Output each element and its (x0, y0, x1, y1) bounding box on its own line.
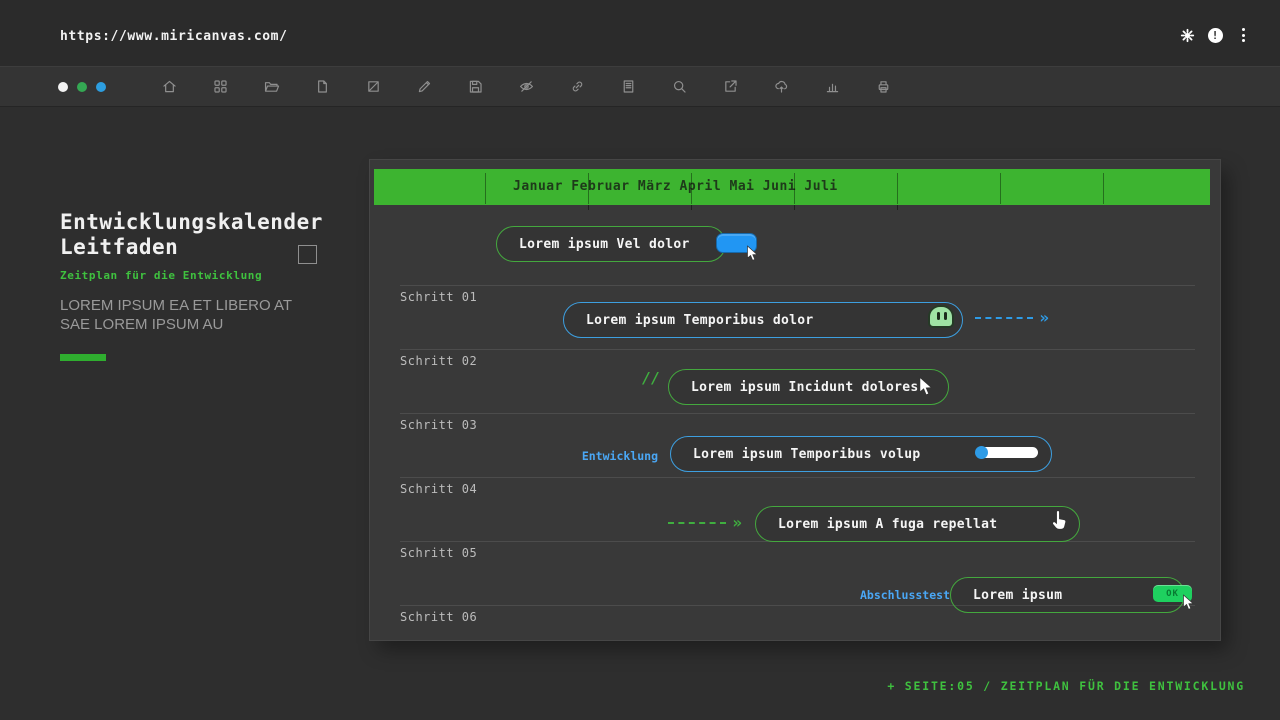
topbar-actions: ! (1178, 26, 1252, 44)
cursor-arrow-icon (747, 245, 758, 261)
step-label: Schritt 01 (400, 290, 478, 304)
page-title: Entwicklungskalender Leitfaden (60, 210, 323, 259)
browser-topbar: https://www.miricanvas.com/ ! (0, 0, 1280, 66)
row-divider (400, 413, 1195, 414)
step-label: Schritt 06 (400, 610, 478, 624)
pen-icon[interactable] (416, 78, 433, 95)
dashed-arrow-blue[interactable]: » (975, 308, 1049, 327)
notes-icon[interactable] (620, 78, 637, 95)
month-divider (691, 173, 692, 204)
link-icon[interactable] (569, 78, 586, 95)
search-icon[interactable] (671, 78, 688, 95)
pill-label: Lorem ipsum Vel dolor (519, 236, 690, 252)
arrow-head-icon: » (1039, 308, 1049, 327)
month-tick (588, 205, 589, 210)
month-tick (794, 205, 795, 210)
months-header[interactable]: Januar Februar März April Mai Juni Juli (374, 169, 1210, 210)
pill-label: Lorem ipsum (973, 587, 1063, 603)
month-divider (1000, 173, 1001, 204)
month-divider (794, 173, 795, 204)
share-icon[interactable] (722, 78, 739, 95)
eye-off-icon[interactable] (518, 78, 535, 95)
pill-label: Lorem ipsum Temporibus volup (693, 446, 921, 462)
folder-icon[interactable] (263, 78, 280, 95)
month-divider (1103, 173, 1104, 204)
hand-cursor-icon (1052, 510, 1067, 530)
step-label: Schritt 02 (400, 354, 478, 368)
file-icon[interactable] (314, 78, 331, 95)
page-description: LOREM IPSUM EA ET LIBERO AT SAE LOREM IP… (60, 297, 292, 333)
month-divider (588, 173, 589, 204)
dot-white[interactable] (58, 81, 68, 92)
accent-bar (60, 354, 106, 361)
dot-blue[interactable] (96, 81, 106, 92)
canvas-pill-3[interactable]: Lorem ipsum Incidunt dolores (668, 369, 949, 405)
row-divider (400, 477, 1195, 478)
chart-icon[interactable] (824, 78, 841, 95)
placeholder-box (298, 245, 317, 264)
page-indicator: + SEITE:05 / ZEITPLAN FÜR DIE ENTWICKLUN… (887, 679, 1245, 693)
save-icon[interactable] (467, 78, 484, 95)
slash-marks: // (642, 369, 661, 387)
step-label: Schritt 05 (400, 546, 478, 560)
arrow-head-icon: » (732, 513, 742, 532)
info-icon[interactable]: ! (1206, 26, 1224, 44)
cursor-arrow-icon (919, 376, 933, 396)
step-label: Schritt 03 (400, 418, 478, 432)
toolbar (0, 66, 1280, 107)
progress-slider[interactable] (975, 446, 1038, 459)
page-subtitle: Zeitplan für die Entwicklung (60, 269, 263, 282)
info-glyph: ! (1207, 27, 1223, 43)
cursor-arrow-icon (1183, 594, 1194, 610)
row-divider (400, 285, 1195, 286)
dashed-arrow-green[interactable]: » (668, 513, 742, 532)
dot-green[interactable] (77, 81, 87, 92)
screen: https://www.miricanvas.com/ ! Entwicklun… (0, 0, 1280, 720)
month-tick (897, 205, 898, 210)
crop-icon[interactable] (365, 78, 382, 95)
printer-icon[interactable] (875, 78, 892, 95)
canvas-pill-2[interactable]: Lorem ipsum Temporibus dolor (563, 302, 963, 338)
url-text[interactable]: https://www.miricanvas.com/ (60, 29, 288, 44)
month-divider (897, 173, 898, 204)
month-tick (691, 205, 692, 210)
window-dots (58, 81, 106, 92)
cloud-upload-icon[interactable] (773, 78, 790, 95)
blob-sticker-icon[interactable] (928, 305, 954, 328)
pill-label: Lorem ipsum A fuga repellat (778, 516, 998, 532)
canvas-pill-5[interactable]: Lorem ipsum A fuga repellat (755, 506, 1080, 542)
design-canvas[interactable]: Januar Februar März April Mai Juni Juli … (370, 160, 1220, 640)
month-divider (485, 173, 486, 204)
grid-icon[interactable] (212, 78, 229, 95)
gear-icon[interactable] (1178, 26, 1196, 44)
step-label: Schritt 04 (400, 482, 478, 496)
tool-icons (161, 78, 892, 95)
kebab-menu-icon[interactable] (1234, 26, 1252, 44)
row-divider (400, 349, 1195, 350)
months-label: Januar Februar März April Mai Juni Juli (513, 179, 838, 194)
pill-label: Lorem ipsum Temporibus dolor (586, 312, 814, 328)
home-icon[interactable] (161, 78, 178, 95)
slider-thumb[interactable] (975, 446, 988, 459)
entwicklung-tag[interactable]: Entwicklung (570, 449, 658, 463)
canvas-pill-1[interactable]: Lorem ipsum Vel dolor (496, 226, 726, 262)
abschlusstest-tag[interactable]: Abschlusstest (858, 588, 950, 602)
pill-label: Lorem ipsum Incidunt dolores (691, 379, 919, 395)
canvas-pill-6[interactable]: Lorem ipsum (950, 577, 1185, 613)
